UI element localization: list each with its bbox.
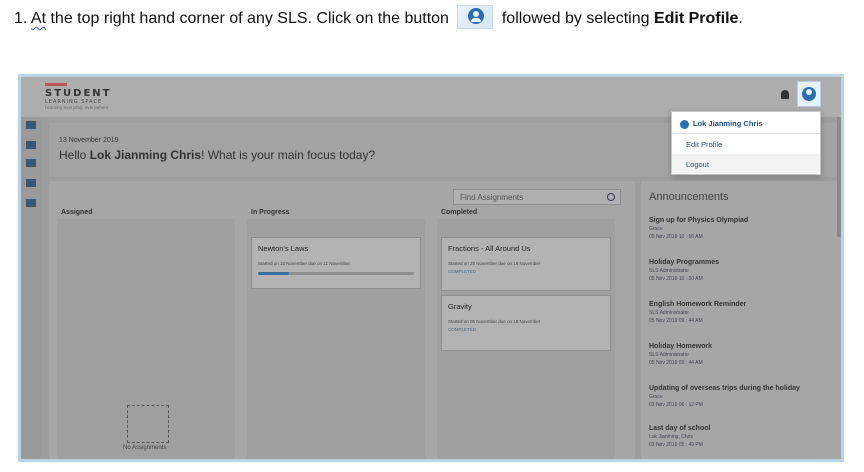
greeting-name: Lok Jianming Chris <box>89 148 202 162</box>
announcement-date: 03 Nov 2019 05 : 49 PM <box>649 442 703 448</box>
search-placeholder: Find Assignments <box>460 193 524 202</box>
sls-logo[interactable]: STUDENT LEARNING SPACE Learning everyday… <box>45 83 111 110</box>
announcement-title: Sign up for Physics Olympiad <box>649 217 749 224</box>
sls-screenshot: STUDENT LEARNING SPACE Learning everyday… <box>18 74 844 462</box>
find-assignments-input[interactable]: Find Assignments <box>453 189 621 205</box>
announcement-author: Lok Jianming, Chris <box>649 434 693 440</box>
announcement-title: English Homework Reminder <box>649 301 747 308</box>
announcement-date: 05 Nov 2019 10 : 56 AM <box>649 234 703 240</box>
assignment-card[interactable]: Newton's Laws Started on 10 November due… <box>251 237 421 289</box>
greeting-text: Hello Lok Jianming Chris! What is your m… <box>59 148 375 162</box>
greeting-suffix: ! What is your main focus today? <box>201 148 376 162</box>
menu-icon[interactable] <box>26 121 36 129</box>
edit-profile-menu-item[interactable]: Edit Profile <box>686 140 722 149</box>
announcement-title: Last day of school <box>649 425 711 432</box>
announcement-title: Updating of overseas trips during the ho… <box>649 385 800 392</box>
step-word-at: At <box>30 10 47 27</box>
logout-menu-item[interactable]: Logout <box>686 160 709 169</box>
logo-tagline: Learning everyday, everywhere <box>45 105 109 110</box>
scrollbar[interactable] <box>837 117 841 237</box>
assignment-card[interactable]: Gravity Started on 05 November due on 18… <box>441 295 611 351</box>
home-icon[interactable] <box>26 141 36 149</box>
progress-bar <box>258 272 414 275</box>
column-in-progress: In Progress <box>251 209 290 216</box>
step-text-after: followed by selecting <box>501 10 650 27</box>
step-number: 1. <box>14 10 28 27</box>
announcement-date: 05 Nov 2019 09 : 44 AM <box>649 318 703 324</box>
greeting-prefix: Hello <box>59 148 87 162</box>
empty-folder-icon <box>127 405 169 443</box>
card-subtitle: Started on 10 November due on 11 Novembe… <box>258 261 350 266</box>
announcement-author: SLS Administrator <box>649 310 690 316</box>
progress-fill <box>258 272 290 275</box>
announcements-title: Announcements <box>649 191 729 203</box>
user-avatar-icon <box>802 87 816 101</box>
greeting-date: 13 November 2019 <box>59 137 119 144</box>
announcement-author: Grace <box>649 394 663 400</box>
step-punct: . <box>738 10 743 27</box>
announcement-author: Grace <box>649 226 663 232</box>
announcement-item[interactable]: Sign up for Physics Olympiad Grace 05 No… <box>649 217 837 240</box>
menu-divider <box>672 133 820 134</box>
bell-icon[interactable] <box>781 90 789 99</box>
user-avatar-icon <box>680 119 689 129</box>
step-target: Edit Profile <box>653 10 739 27</box>
announcement-item[interactable]: Holiday Homework SLS Administrator 05 No… <box>649 343 837 366</box>
announcement-item[interactable]: Updating of overseas trips during the ho… <box>649 385 837 408</box>
announcement-item[interactable]: English Homework Reminder SLS Administra… <box>649 301 837 324</box>
announcement-author: SLS Administrator <box>649 268 690 274</box>
announcement-item[interactable]: Holiday Programmes SLS Administrator 05 … <box>649 259 837 282</box>
class-icon[interactable] <box>26 179 36 187</box>
status-badge: COMPLETED <box>448 327 477 332</box>
assignment-card[interactable]: Fractions - All Around Us Started on 28 … <box>441 237 611 291</box>
step-text: the top right hand corner of any SLS. Cl… <box>50 10 449 27</box>
left-nav <box>21 117 41 459</box>
empty-text: No Assignments <box>123 445 167 451</box>
groups-icon[interactable] <box>26 199 36 207</box>
card-subtitle: Started on 05 November due on 18 Novembe… <box>448 319 541 324</box>
library-icon[interactable] <box>26 159 36 167</box>
assignments-board: Find Assignments Assigned In Progress Co… <box>49 181 635 459</box>
menu-user-name: Lok Jianming Chris <box>693 119 763 128</box>
announcement-item[interactable]: Last day of school Lok Jianming, Chris 0… <box>649 425 837 448</box>
announcement-title: Holiday Programmes <box>649 259 720 266</box>
announcement-author: SLS Administrator <box>649 352 690 358</box>
card-title: Fractions - All Around Us <box>448 244 531 253</box>
user-avatar-icon <box>457 4 494 29</box>
card-subtitle: Started on 28 November due on 18 Novembe… <box>448 261 541 266</box>
announcement-date: 05 Nov 2019 10 : 30 AM <box>649 276 703 282</box>
card-title: Gravity <box>448 302 472 311</box>
column-completed: Completed <box>441 209 478 216</box>
announcement-date: 05 Nov 2019 09 : 44 AM <box>649 360 703 366</box>
announcements-panel: Announcements Sign up for Physics Olympi… <box>641 181 841 459</box>
logo-title: STUDENT <box>45 88 112 99</box>
user-dropdown-menu: Lok Jianming Chris Edit Profile Logout <box>671 111 821 175</box>
menu-user-header: Lok Jianming Chris <box>680 119 763 129</box>
instruction-text: 1. At the top right hand corner of any S… <box>14 4 854 34</box>
column-assigned: Assigned <box>61 209 93 216</box>
user-avatar-button[interactable] <box>797 81 821 107</box>
status-badge: COMPLETED <box>448 269 477 274</box>
announcement-date: 03 Nov 2019 06 : 12 PM <box>649 402 703 408</box>
search-icon[interactable] <box>607 193 615 201</box>
card-title: Newton's Laws <box>258 244 309 253</box>
announcement-title: Holiday Homework <box>649 343 713 350</box>
